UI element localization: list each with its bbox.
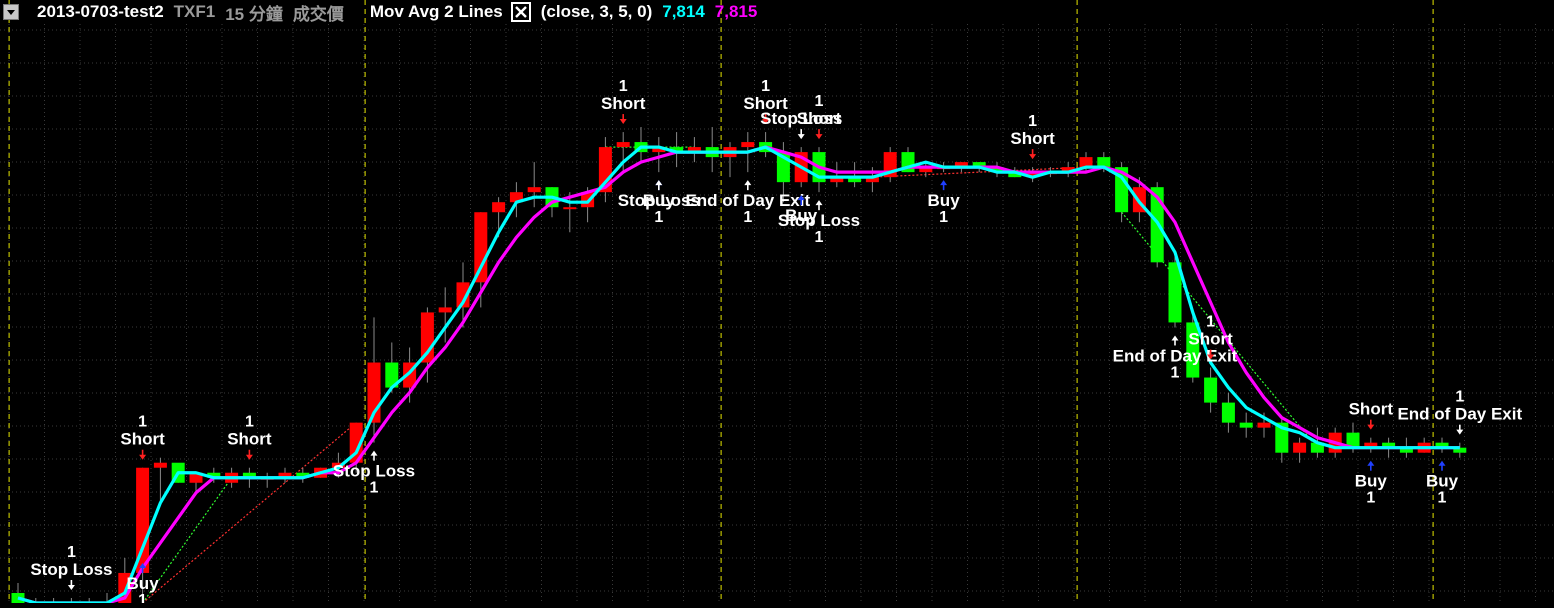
ma-fast-value: 7,814: [662, 2, 705, 21]
signal-label: Buy: [1426, 472, 1459, 491]
signal-label: Buy: [127, 574, 160, 593]
signal-label: Stop Loss: [333, 462, 415, 481]
trade-lines: [142, 146, 1318, 604]
signal-label: Short: [120, 430, 165, 449]
indicator-name[interactable]: Mov Avg 2 Lines: [370, 2, 503, 22]
price-chart[interactable]: Stop Loss1Short1Buy1Short1Stop Loss1Shor…: [0, 0, 1554, 608]
dropdown-arrow-icon: [7, 9, 15, 15]
signal-label: Short: [1010, 129, 1055, 148]
symbol-label: TXF1: [173, 2, 216, 21]
signal-label: Short: [1349, 400, 1394, 419]
chart-menu-button[interactable]: [3, 4, 19, 20]
candle-body: [1204, 377, 1218, 403]
candle-body: [741, 142, 755, 148]
candle-body: [474, 212, 488, 283]
candle-body: [563, 207, 577, 210]
signal-label: Stop Loss: [778, 211, 860, 230]
signal-qty: 1: [245, 414, 254, 431]
candle-body: [1221, 402, 1235, 423]
signal-label: End of Day Exit: [1113, 346, 1238, 365]
signal-qty: 1: [1455, 389, 1464, 406]
indicator-close-button[interactable]: [510, 2, 531, 22]
signal-label: Short: [227, 430, 272, 449]
indicator-params: (close, 3, 5, 0): [540, 2, 653, 21]
signal-qty: 1: [1171, 364, 1180, 381]
signal-qty: 1: [138, 592, 147, 603]
candle-body: [153, 462, 167, 468]
signal-qty: 1: [370, 480, 379, 497]
signal-label: Short: [1188, 330, 1233, 349]
signal-qty: 1: [939, 209, 948, 226]
close-x-icon: [514, 6, 527, 18]
signal-qty: 1: [619, 78, 628, 95]
interval-label: 15 分鐘: [225, 4, 283, 24]
candle-body: [1239, 422, 1253, 428]
chart-header: 2013-0703-test2 TXF1 15 分鐘 成交價 Mov Avg 2…: [0, 0, 757, 24]
signal-label: End of Day Exit: [1397, 405, 1522, 424]
candle-body: [438, 307, 452, 313]
candle-body: [616, 142, 630, 148]
candle-body: [527, 187, 541, 193]
trade-signals: Stop Loss1Short1Buy1Short1Stop Loss1Shor…: [30, 78, 1522, 608]
candle-body: [492, 202, 506, 213]
signal-label: Short: [601, 94, 646, 113]
ma-slow-value: 7,815: [714, 2, 758, 21]
signal-qty: 1: [67, 544, 76, 561]
signal-qty: 1: [654, 209, 663, 226]
signal-qty: 1: [761, 78, 770, 95]
signal-qty: 1: [1206, 314, 1215, 331]
signal-qty: 1: [815, 229, 824, 246]
signal-label: Short: [797, 109, 842, 128]
signal-label: Buy: [1355, 472, 1388, 491]
candle-body: [1293, 442, 1307, 453]
signal-label: Buy: [928, 191, 961, 210]
ma-fast-line: [17, 145, 1460, 605]
session-dividers: [8, 0, 1434, 603]
chart-area[interactable]: Stop Loss 1 Short 1 Buy 1 Short 1 Stop Loss 1 Shor…: [0, 0, 1554, 608]
signal-label: Stop Loss: [30, 560, 112, 579]
candle-body: [1257, 422, 1271, 428]
candle-body: [420, 312, 434, 363]
signal-qty: 1: [1438, 490, 1447, 507]
signal-qty: 1: [1028, 113, 1037, 130]
signal-qty: 1: [743, 209, 752, 226]
signal-qty: 1: [1366, 490, 1375, 507]
trade-line: [142, 422, 357, 604]
moving-averages: [17, 145, 1460, 605]
field-label: 成交價: [292, 4, 344, 24]
signal-qty: 1: [138, 414, 147, 431]
signal-qty: 1: [815, 93, 824, 110]
ma-slow-line: [17, 145, 1460, 605]
strategy-name: 2013-0703-test2: [37, 2, 164, 21]
